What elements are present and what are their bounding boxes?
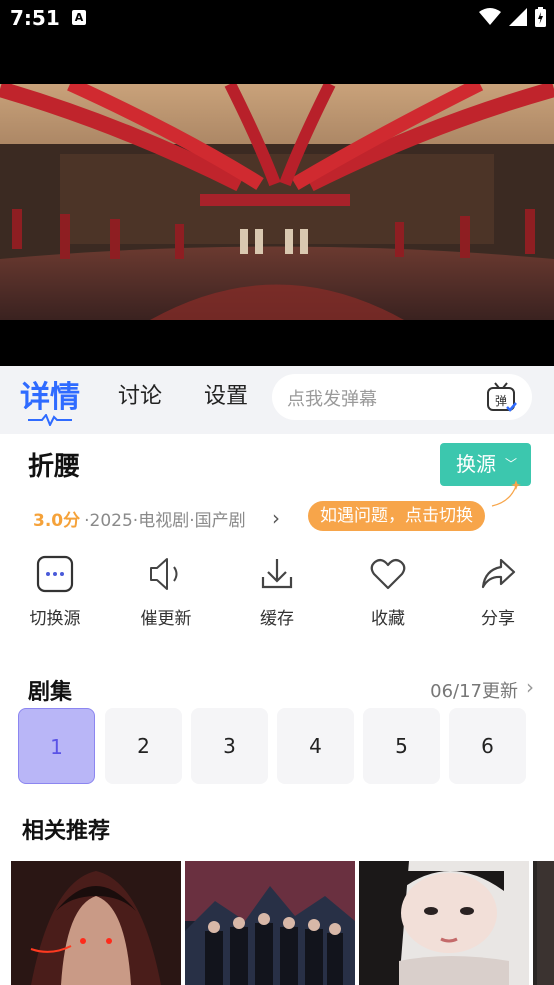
poster-image xyxy=(11,861,181,985)
wifi-icon xyxy=(479,8,501,25)
episodes-update[interactable]: 06/17更新 xyxy=(430,677,518,703)
danmu-placeholder: 点我发弹幕 xyxy=(287,389,377,410)
urge-update-label: 催更新 xyxy=(140,609,192,629)
danmu-icon-char: 弹 xyxy=(495,394,507,408)
status-bar: 7:51 A xyxy=(0,0,554,36)
status-icons xyxy=(479,7,546,27)
related-poster[interactable] xyxy=(359,861,529,985)
cache-action[interactable]: 缓存 xyxy=(232,552,322,629)
tab-discuss[interactable]: 讨论 xyxy=(118,378,162,410)
heart-icon xyxy=(370,558,406,590)
switch-source-tip[interactable]: 如遇问题，点击切换 xyxy=(308,501,485,531)
related-poster[interactable] xyxy=(533,861,554,985)
notification-a-icon: A xyxy=(72,10,86,25)
switch-source-label: 切换源 xyxy=(29,609,81,629)
signal-icon xyxy=(509,8,527,26)
tab-settings[interactable]: 设置 xyxy=(204,378,248,410)
chevron-right-icon[interactable]: › xyxy=(526,675,534,699)
switch-source-action[interactable]: 切换源 xyxy=(10,552,100,629)
download-icon xyxy=(261,559,293,589)
change-source-label: 换源 xyxy=(456,452,496,476)
dots-square-icon xyxy=(36,555,74,593)
danmu-tv-icon[interactable]: 弹 xyxy=(486,381,518,413)
related-title: 相关推荐 xyxy=(22,819,111,844)
poster-image xyxy=(533,861,554,985)
show-meta[interactable]: 3.0分 ·2025·电视剧·国产剧 xyxy=(33,506,246,531)
show-score: 3.0分 xyxy=(33,511,81,531)
related-poster[interactable] xyxy=(185,861,355,985)
tip-sparkle-icon xyxy=(491,480,521,507)
episodes-title: 剧集 xyxy=(28,680,73,705)
danmu-input[interactable]: 点我发弹幕 弹 xyxy=(272,374,532,420)
episode-item[interactable]: 6 xyxy=(449,708,526,784)
episode-item[interactable]: 5 xyxy=(363,708,440,784)
share-action[interactable]: 分享 xyxy=(453,552,543,629)
urge-update-action[interactable]: 催更新 xyxy=(121,552,211,629)
share-icon xyxy=(481,558,516,589)
cache-label: 缓存 xyxy=(260,609,294,629)
chevron-right-icon[interactable]: › xyxy=(272,506,280,530)
tab-detail[interactable]: 详情 xyxy=(20,372,80,416)
favorite-label: 收藏 xyxy=(371,609,405,629)
episode-item[interactable]: 1 xyxy=(18,708,95,784)
battery-icon xyxy=(535,7,546,27)
poster-image xyxy=(185,861,355,985)
episode-item[interactable]: 4 xyxy=(277,708,354,784)
favorite-action[interactable]: 收藏 xyxy=(343,552,433,629)
episode-item[interactable]: 3 xyxy=(191,708,268,784)
video-frame[interactable] xyxy=(0,84,554,320)
tab-bar: 详情 讨论 设置 点我发弹幕 弹 xyxy=(0,366,554,434)
video-scene-image xyxy=(0,84,554,320)
share-label: 分享 xyxy=(481,609,515,629)
poster-image xyxy=(359,861,529,985)
show-meta-text: ·2025·电视剧·国产剧 xyxy=(84,511,246,531)
show-title: 折腰 xyxy=(28,452,81,482)
episode-item[interactable]: 2 xyxy=(105,708,182,784)
active-tab-wave-icon xyxy=(28,414,72,426)
video-player[interactable] xyxy=(0,36,554,366)
related-poster[interactable] xyxy=(11,861,181,985)
speaker-icon xyxy=(150,558,178,590)
status-time: 7:51 xyxy=(10,6,60,30)
action-row: 切换源 催更新 缓存 收藏 分享 xyxy=(0,552,554,632)
